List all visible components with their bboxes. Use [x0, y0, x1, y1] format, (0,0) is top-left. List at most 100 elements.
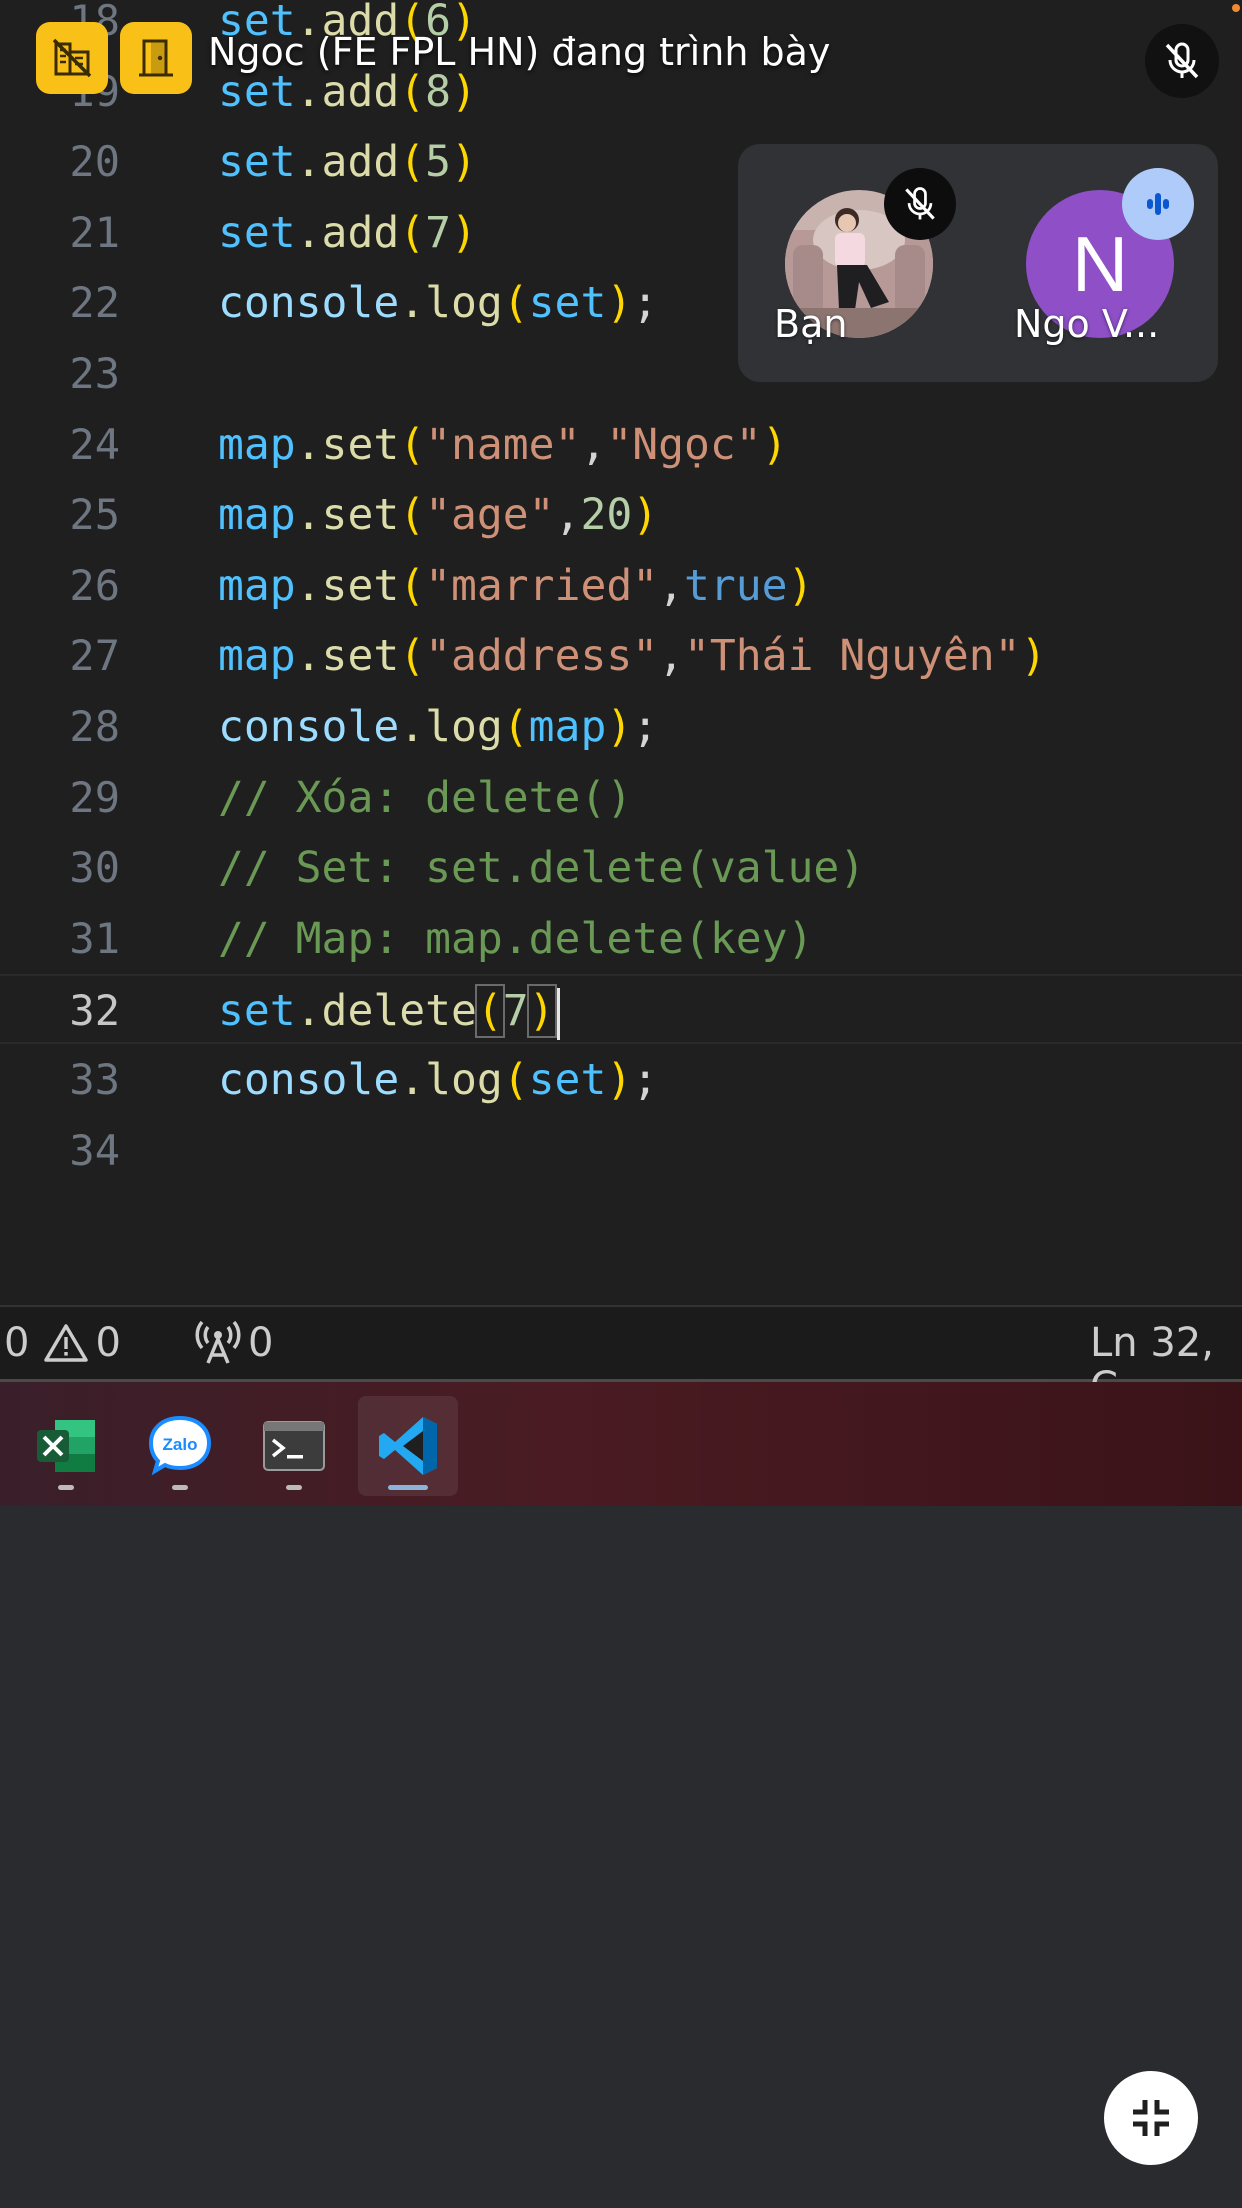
code-line[interactable]: 25 map.set("age",20): [0, 480, 1242, 550]
code-token: ): [632, 490, 659, 541]
code-line[interactable]: 33 console.log(set);: [0, 1045, 1242, 1115]
code-token: .log: [399, 702, 503, 752]
code-line[interactable]: 30 // Set: set.delete(value): [0, 833, 1242, 903]
code-token: set: [218, 137, 296, 188]
code-token: (: [399, 419, 426, 470]
code-token: map: [528, 702, 607, 752]
line-number: 30: [69, 843, 120, 893]
code-token: map: [218, 490, 296, 541]
code-token: .add: [295, 207, 400, 258]
code-token: 5: [425, 137, 452, 188]
code-token: ;: [632, 702, 659, 752]
code-token: "name": [425, 419, 581, 470]
code-token: set: [528, 1055, 607, 1105]
code-token: ;: [632, 278, 659, 329]
running-indicator: [58, 1485, 74, 1490]
code-line[interactable]: 31 // Map: map.delete(key): [0, 904, 1242, 974]
line-number: 25: [69, 490, 120, 540]
mic-off-icon: [905, 187, 935, 220]
excel-icon: [37, 1420, 95, 1472]
code-token: ): [1020, 631, 1047, 682]
code-token: .log: [399, 1055, 503, 1105]
mic-off-icon: [1165, 42, 1199, 79]
running-indicator: [286, 1485, 302, 1490]
code-token: set: [218, 986, 296, 1037]
code-token: ): [606, 1055, 633, 1105]
code-token: ,: [658, 560, 685, 611]
code-text: map.set("name","Ngọc"): [218, 410, 788, 480]
line-number: 22: [69, 278, 120, 328]
line-number: 33: [69, 1055, 120, 1104]
code-token: (: [399, 137, 426, 188]
participant-name-other: Ngo V...: [1014, 302, 1160, 346]
zalo-icon: Zalo: [148, 1415, 212, 1476]
broadcast-icon: [195, 1321, 241, 1364]
code-token: 20: [580, 490, 633, 541]
taskbar-excel[interactable]: [16, 1396, 116, 1496]
code-line[interactable]: 29 // Xóa: delete(): [0, 763, 1242, 833]
presenter-label: Ngoc (FE FPL HN) đang trình bày: [208, 30, 831, 74]
code-token: (: [474, 984, 505, 1039]
line-number: 21: [69, 207, 120, 257]
code-token: set: [218, 207, 296, 258]
code-token: .set: [295, 631, 400, 682]
line-number: 26: [69, 560, 120, 610]
taskbar-zalo[interactable]: Zalo: [130, 1396, 230, 1496]
problems-indicator[interactable]: 0 0: [4, 1321, 121, 1365]
code-token: "Thái Nguyên": [684, 631, 1021, 682]
exit-fullscreen-button[interactable]: [1104, 2071, 1198, 2165]
speaking-badge: [1122, 168, 1194, 240]
code-text: console.log(set);: [218, 268, 658, 338]
stop-camera-button[interactable]: [36, 22, 108, 94]
taskbar-terminal[interactable]: [244, 1396, 344, 1496]
code-text: // Map: map.delete(key): [218, 904, 813, 974]
code-line[interactable]: 26 map.set("married",true): [0, 551, 1242, 621]
code-line[interactable]: 32 set.delete(7): [0, 974, 1242, 1046]
warning-icon: [44, 1324, 89, 1362]
code-token: (: [399, 560, 426, 611]
ports-indicator[interactable]: 0: [194, 1321, 273, 1365]
code-line[interactable]: 24 map.set("name","Ngọc"): [0, 410, 1242, 480]
code-line[interactable]: 27 map.set("address","Thái Nguyên"): [0, 621, 1242, 691]
code-text: console.log(set);: [218, 1045, 658, 1115]
code-line[interactable]: 28 console.log(map);: [0, 692, 1242, 762]
line-number: 34: [69, 1125, 120, 1175]
code-token: ): [451, 137, 477, 188]
line-number: 20: [69, 137, 120, 187]
code-token: .set: [295, 490, 400, 541]
code-token: map: [218, 560, 296, 611]
door-icon: [139, 39, 173, 77]
code-text: map.set("married",true): [218, 551, 813, 621]
code-token: console: [218, 702, 400, 752]
code-token: "Ngọc": [606, 419, 762, 470]
code-token: "married": [425, 560, 659, 611]
taskbar-vscode[interactable]: [358, 1396, 458, 1496]
mute-status-button[interactable]: [1145, 24, 1219, 98]
warning-count: 0: [95, 1320, 121, 1366]
domain-off-icon: [52, 38, 92, 78]
leave-room-button[interactable]: [120, 22, 192, 94]
code-text: set.delete(7): [218, 976, 560, 1046]
code-token: (: [502, 1055, 529, 1105]
code-token: console: [218, 1055, 400, 1105]
line-number: 28: [69, 702, 120, 751]
active-indicator: [388, 1485, 428, 1490]
status-bar: 0 0 0 Ln 32, C: [0, 1305, 1242, 1409]
meeting-top-bar: Ngoc (FE FPL HN) đang trình bày: [0, 0, 1242, 120]
error-count: 0: [4, 1320, 30, 1366]
code-token: "address": [425, 631, 659, 682]
code-line[interactable]: 34: [0, 1116, 1242, 1186]
code-text: set.add(7): [218, 198, 477, 268]
audio-level-icon: [1147, 193, 1169, 215]
line-number: 29: [69, 772, 120, 822]
code-token: map: [218, 631, 296, 682]
code-token: map: [218, 419, 296, 470]
code-token: .add: [295, 137, 400, 188]
terminal-icon: [263, 1421, 325, 1471]
code-token: set: [528, 278, 607, 329]
code-token: (: [399, 490, 426, 541]
code-token: ,: [658, 631, 685, 682]
code-token: (: [502, 702, 529, 752]
code-text: map.set("address","Thái Nguyên"): [218, 621, 1046, 691]
code-token: console: [218, 278, 400, 329]
